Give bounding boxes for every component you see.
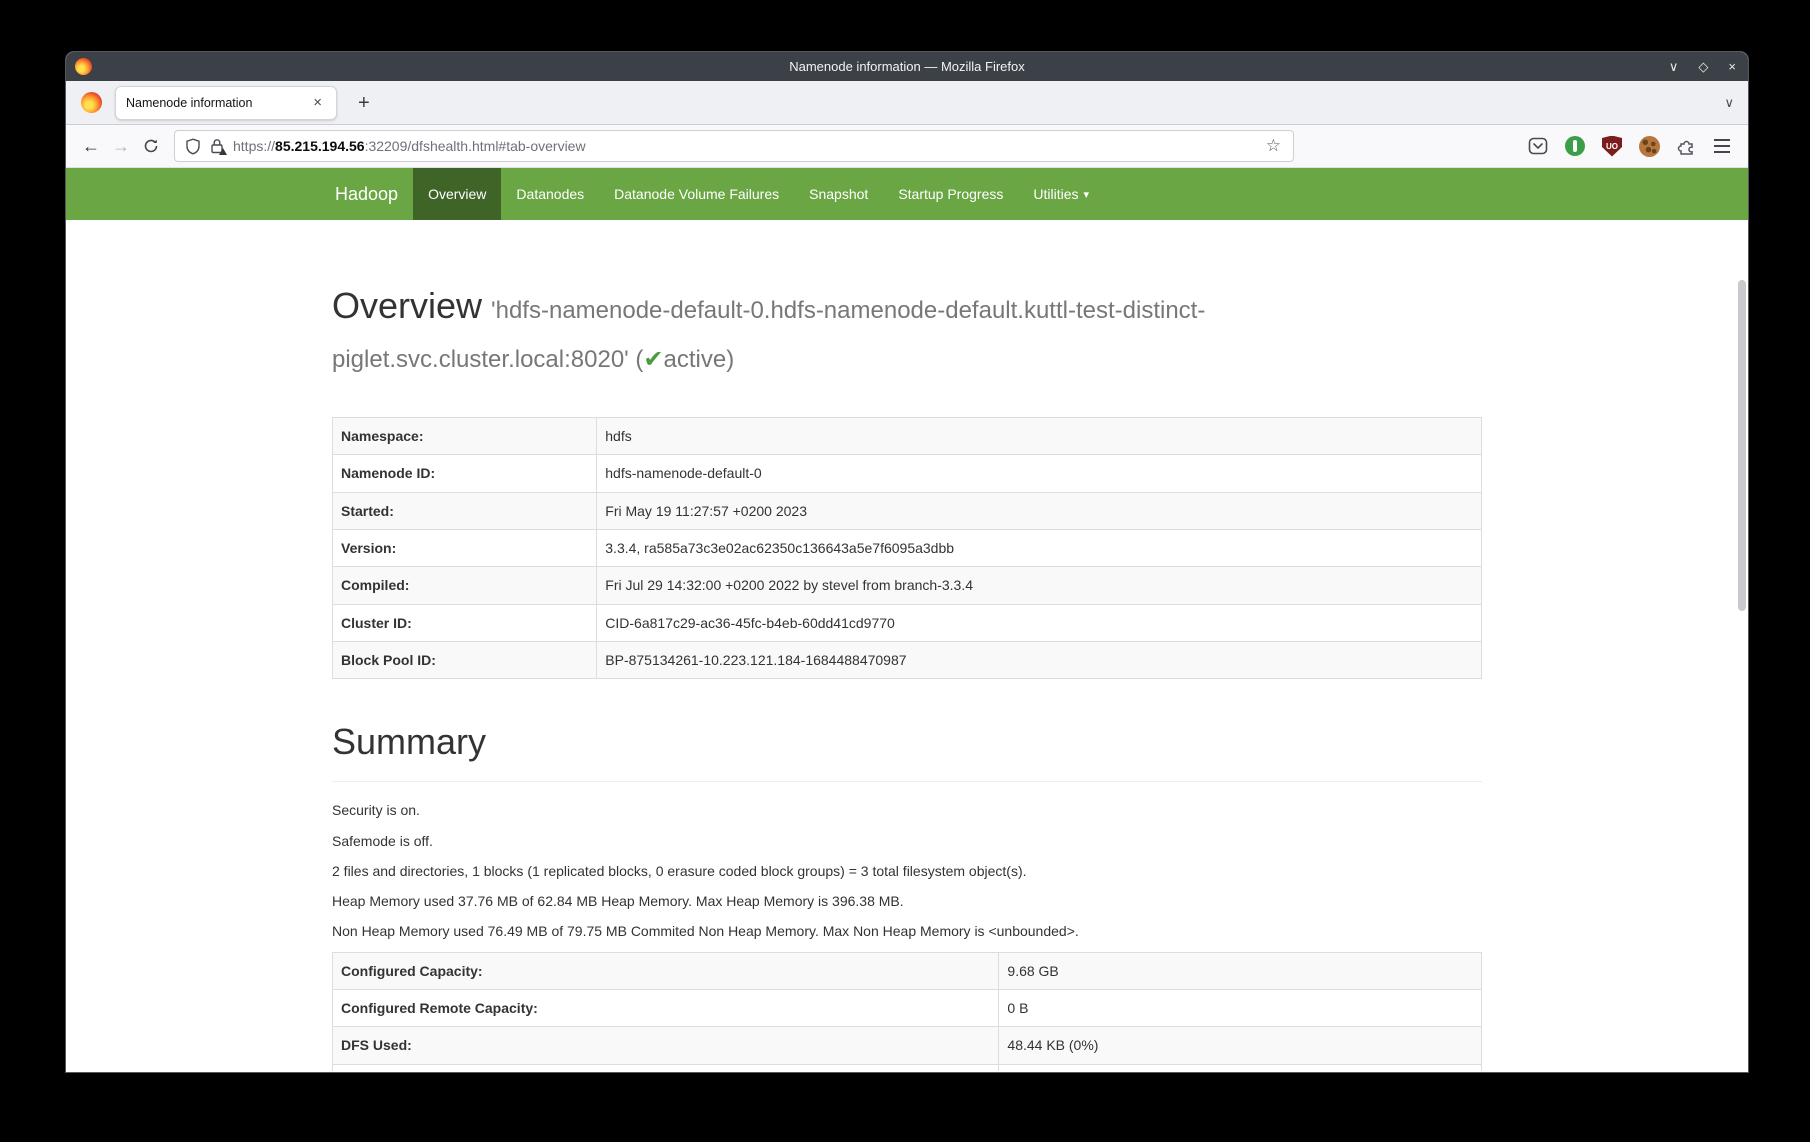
tab-bar: Namenode information × + ∨ <box>66 81 1748 125</box>
url-host: 85.215.194.56 <box>275 138 365 154</box>
table-row: Version:3.3.4, ra585a73c3e02ac62350c1366… <box>333 530 1482 567</box>
maximize-icon[interactable]: ◇ <box>1698 60 1708 73</box>
nav-item-datanodes[interactable]: Datanodes <box>501 168 599 220</box>
row-value: BP-875134261-10.223.121.184-168448847098… <box>597 641 1482 678</box>
row-label: Namespace: <box>333 418 597 455</box>
tracking-shield-icon[interactable] <box>185 138 201 155</box>
table-row: Namespace:hdfs <box>333 418 1482 455</box>
table-row: Non DFS Used:119.56 KB <box>333 1064 1482 1071</box>
row-label: Compiled: <box>333 567 597 604</box>
table-row: Block Pool ID:BP-875134261-10.223.121.18… <box>333 641 1482 678</box>
window-controls: ∨ ◇ × <box>1669 52 1736 81</box>
row-label: Namenode ID: <box>333 455 597 492</box>
hadoop-navbar: Hadoop Overview Datanodes Datanode Volum… <box>66 168 1748 220</box>
reload-icon <box>143 138 159 154</box>
cookie-extension-icon[interactable] <box>1639 136 1660 157</box>
table-row: DFS Used:48.44 KB (0%) <box>333 1027 1482 1064</box>
row-value: 119.56 KB <box>999 1064 1482 1071</box>
nav-item-startup-progress[interactable]: Startup Progress <box>883 168 1018 220</box>
summary-line-safemode: Safemode is off. <box>332 831 1482 851</box>
row-label: Started: <box>333 492 597 529</box>
certificate-warning-icon <box>219 148 227 155</box>
row-label: Configured Capacity: <box>333 952 999 989</box>
summary-line-nonheap: Non Heap Memory used 76.49 MB of 79.75 M… <box>332 921 1482 941</box>
window-title: Namenode information — Mozilla Firefox <box>66 59 1748 74</box>
row-label: Block Pool ID: <box>333 641 597 678</box>
row-value: CID-6a817c29-ac36-45fc-b4eb-60dd41cd9770 <box>597 604 1482 641</box>
row-label: Non DFS Used: <box>333 1064 999 1071</box>
firefox-icon <box>75 58 92 75</box>
nav-item-datanode-volume-failures[interactable]: Datanode Volume Failures <box>599 168 794 220</box>
summary-line-objects: 2 files and directories, 1 blocks (1 rep… <box>332 861 1482 881</box>
list-tabs-chevron-icon[interactable]: ∨ <box>1724 95 1734 111</box>
row-label: Cluster ID: <box>333 604 597 641</box>
row-value: Fri May 19 11:27:57 +0200 2023 <box>597 492 1482 529</box>
table-row: Compiled:Fri Jul 29 14:32:00 +0200 2022 … <box>333 567 1482 604</box>
table-row: Cluster ID:CID-6a817c29-ac36-45fc-b4eb-6… <box>333 604 1482 641</box>
url-path: :32209/dfshealth.html#tab-overview <box>365 138 586 154</box>
table-row: Configured Remote Capacity:0 B <box>333 990 1482 1027</box>
summary-divider <box>332 781 1482 782</box>
window-titlebar: Namenode information — Mozilla Firefox ∨… <box>66 52 1748 81</box>
capacity-table: Configured Capacity:9.68 GB Configured R… <box>332 952 1482 1071</box>
summary-heading: Summary <box>332 721 1482 763</box>
tab-namenode-information[interactable]: Namenode information × <box>115 86 337 120</box>
row-value: 3.3.4, ra585a73c3e02ac62350c136643a5e7f6… <box>597 530 1482 567</box>
active-check-icon: ✔ <box>643 346 663 373</box>
row-value: 9.68 GB <box>999 952 1482 989</box>
toolbar-extensions: UO <box>1528 136 1738 157</box>
new-tab-button[interactable]: + <box>352 91 376 115</box>
table-row: Started:Fri May 19 11:27:57 +0200 2023 <box>333 492 1482 529</box>
summary-line-heap: Heap Memory used 37.76 MB of 62.84 MB He… <box>332 891 1482 911</box>
close-icon[interactable]: × <box>1728 60 1736 73</box>
row-label: Configured Remote Capacity: <box>333 990 999 1027</box>
page-title: Overview'hdfs-namenode-default-0.hdfs-na… <box>332 282 1482 379</box>
tab-close-icon[interactable]: × <box>309 93 326 112</box>
reload-button[interactable] <box>136 138 166 154</box>
lock-icon[interactable] <box>210 138 224 154</box>
url-text: https://85.215.194.56:32209/dfshealth.ht… <box>233 138 586 154</box>
nav-item-utilities[interactable]: Utilities ▾ <box>1018 168 1104 220</box>
navigation-toolbar: ← → https://85.215.194.56:32209/dfshe <box>66 125 1748 168</box>
row-label: Version: <box>333 530 597 567</box>
nav-item-overview[interactable]: Overview <box>413 168 501 220</box>
bookmark-star-icon[interactable]: ☆ <box>1264 136 1283 156</box>
page-scrollbar[interactable] <box>1738 280 1746 611</box>
summary-line-security: Security is on. <box>332 800 1482 820</box>
url-bar[interactable]: https://85.215.194.56:32209/dfshealth.ht… <box>174 130 1294 162</box>
chevron-down-icon: ▾ <box>1084 188 1090 201</box>
namenode-info-table: Namespace:hdfs Namenode ID:hdfs-namenode… <box>332 417 1482 679</box>
tab-title: Namenode information <box>126 96 252 110</box>
menu-icon[interactable] <box>1714 139 1730 153</box>
overview-heading: Overview <box>332 285 482 326</box>
table-row: Configured Capacity:9.68 GB <box>333 952 1482 989</box>
row-value: 0 B <box>999 990 1482 1027</box>
utilities-label: Utilities <box>1033 186 1078 202</box>
forward-button[interactable]: → <box>106 137 136 155</box>
privacy-extension-icon[interactable] <box>1565 136 1585 156</box>
table-row: Namenode ID:hdfs-namenode-default-0 <box>333 455 1482 492</box>
nav-item-snapshot[interactable]: Snapshot <box>794 168 883 220</box>
page-content: Overview'hdfs-namenode-default-0.hdfs-na… <box>66 220 1748 1071</box>
url-scheme: https:// <box>233 138 275 154</box>
firefox-view-icon[interactable] <box>81 92 102 113</box>
extensions-puzzle-icon[interactable] <box>1677 136 1697 156</box>
row-value: hdfs <box>597 418 1482 455</box>
row-label: DFS Used: <box>333 1027 999 1064</box>
browser-window: Namenode information — Mozilla Firefox ∨… <box>66 52 1748 1072</box>
row-value: Fri Jul 29 14:32:00 +0200 2022 by stevel… <box>597 567 1482 604</box>
row-value: hdfs-namenode-default-0 <box>597 455 1482 492</box>
pocket-icon[interactable] <box>1528 136 1548 156</box>
row-value: 48.44 KB (0%) <box>999 1027 1482 1064</box>
ublock-shield-icon[interactable]: UO <box>1602 136 1622 157</box>
navbar-brand-hadoop[interactable]: Hadoop <box>320 168 413 220</box>
status-badge: active <box>664 346 727 373</box>
minimize-icon[interactable]: ∨ <box>1669 60 1679 73</box>
back-button[interactable]: ← <box>76 137 106 155</box>
